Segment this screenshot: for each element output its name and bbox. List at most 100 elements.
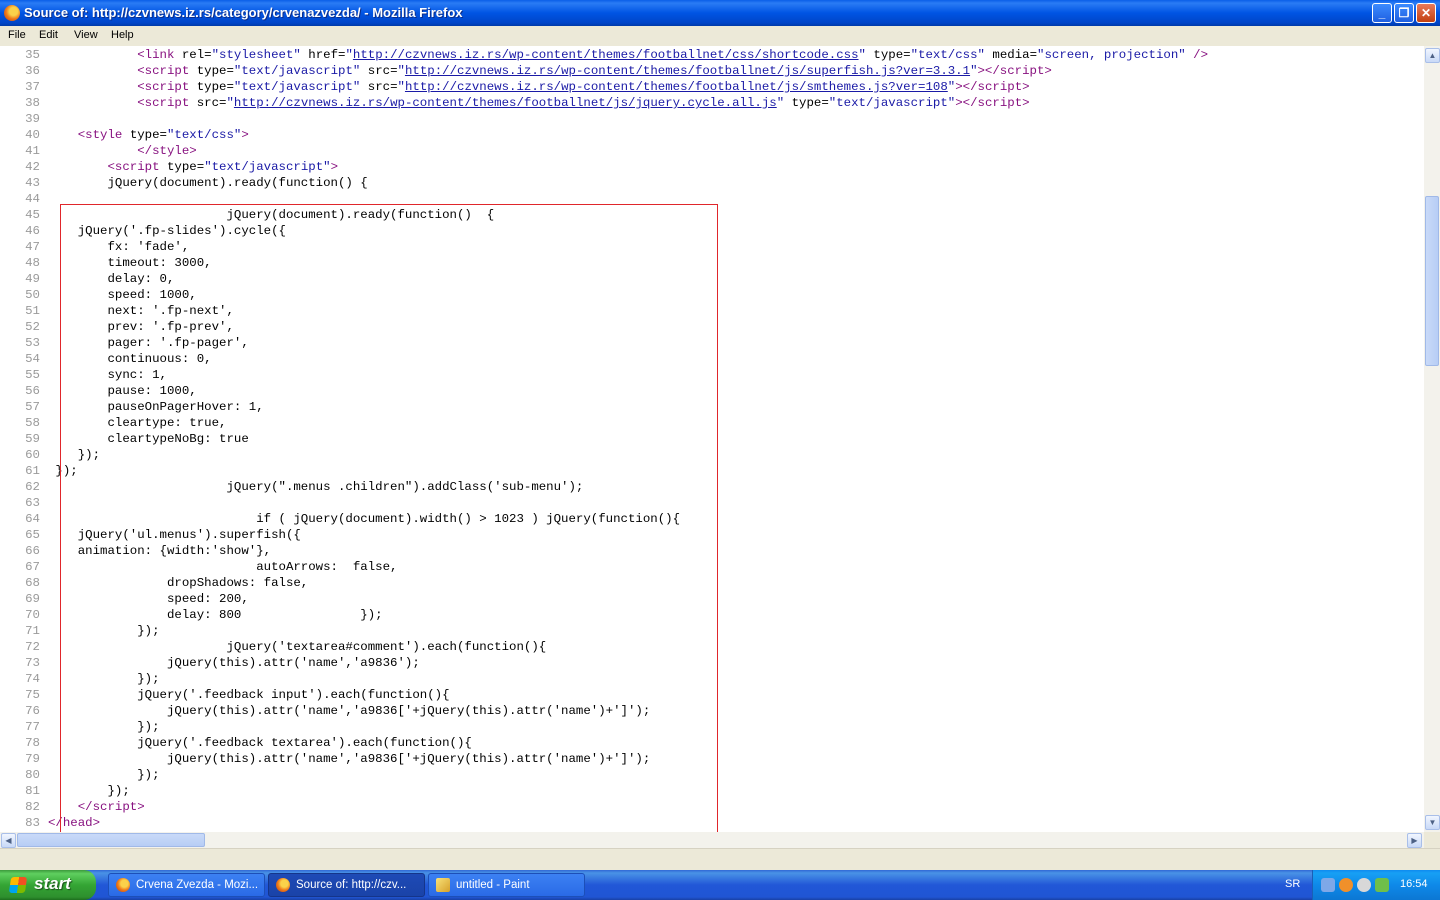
source-code: 35 <link rel="stylesheet" href="http://c…: [0, 47, 1208, 831]
source-line: 55 sync: 1,: [0, 367, 167, 383]
source-line: 63: [0, 495, 40, 511]
source-line: 38 <script src="http://czvnews.iz.rs/wp-…: [0, 95, 1029, 111]
network-icon[interactable]: [1321, 878, 1335, 892]
source-line: 58 cleartype: true,: [0, 415, 226, 431]
line-text: <script type="text/javascript" src="http…: [137, 80, 1030, 94]
source-line: 71 });: [0, 623, 159, 639]
vertical-scrollbar[interactable]: ▲ ▼: [1424, 46, 1440, 832]
speaker-icon[interactable]: [1357, 878, 1371, 892]
minimize-button[interactable]: _: [1372, 3, 1392, 23]
maximize-button[interactable]: ❐: [1394, 3, 1414, 23]
line-text: cleartypeNoBg: true: [48, 432, 249, 446]
taskbar-item-label: Crvena Zvezda - Mozi...: [136, 879, 259, 891]
source-line: 37 <script type="text/javascript" src="h…: [0, 79, 1029, 95]
line-number: 52: [25, 320, 40, 334]
line-text: cleartype: true,: [48, 416, 227, 430]
line-text: fx: 'fade',: [48, 240, 190, 254]
vertical-scroll-thumb[interactable]: [1425, 196, 1439, 366]
line-number: 82: [25, 800, 40, 814]
line-text: timeout: 3000,: [48, 256, 212, 270]
source-line: 39: [0, 111, 40, 127]
taskbar-item-source[interactable]: Source of: http://czv...: [268, 873, 425, 897]
firefox-tray-icon[interactable]: [1339, 878, 1353, 892]
line-text: jQuery(this).attr('name','a9836['+jQuery…: [48, 752, 651, 766]
line-text: });: [48, 624, 160, 638]
line-text: delay: 0,: [48, 272, 175, 286]
line-number: 58: [25, 416, 40, 430]
start-button[interactable]: start: [0, 870, 96, 900]
source-line: 52 prev: '.fp-prev',: [0, 319, 234, 335]
menu-file[interactable]: File: [8, 29, 26, 41]
horizontal-scrollbar[interactable]: ◀ ▶: [0, 832, 1424, 848]
line-number: 67: [25, 560, 40, 574]
security-icon[interactable]: [1375, 878, 1389, 892]
line-text: animation: {width:'show'},: [48, 544, 272, 558]
line-text: <script type="text/javascript" src="http…: [137, 64, 1052, 78]
title-bar[interactable]: Source of: http://czvnews.iz.rs/category…: [0, 0, 1440, 26]
line-text: autoArrows: false,: [48, 560, 398, 574]
line-number: 48: [25, 256, 40, 270]
source-line: 45 jQuery(document).ready(function() {: [0, 207, 494, 223]
line-number: 44: [25, 192, 40, 206]
close-button[interactable]: ✕: [1416, 3, 1436, 23]
line-number: 45: [25, 208, 40, 222]
line-text: jQuery(document).ready(function() {: [48, 208, 495, 222]
line-number: 71: [25, 624, 40, 638]
source-line: 82 </script>: [0, 799, 145, 815]
scroll-left-button[interactable]: ◀: [1, 833, 16, 848]
line-text: });: [48, 448, 101, 462]
line-number: 53: [25, 336, 40, 350]
line-text: });: [48, 672, 160, 686]
paint-icon: [436, 878, 450, 892]
line-text: speed: 1000,: [48, 288, 197, 302]
scroll-up-button[interactable]: ▲: [1425, 48, 1440, 63]
firefox-icon: [116, 878, 130, 892]
line-text: jQuery(document).ready(function() {: [48, 176, 368, 190]
source-line: 74 });: [0, 671, 159, 687]
line-text: <script type="text/javascript">: [107, 160, 339, 174]
menu-view[interactable]: View: [74, 29, 98, 41]
source-line: 49 delay: 0,: [0, 271, 174, 287]
source-line: 78 jQuery('.feedback textarea').each(fun…: [0, 735, 472, 751]
taskbar-item-paint[interactable]: untitled - Paint: [428, 873, 585, 897]
line-number: 39: [25, 112, 40, 126]
source-line: 50 speed: 1000,: [0, 287, 197, 303]
scroll-down-button[interactable]: ▼: [1425, 815, 1440, 830]
line-number: 50: [25, 288, 40, 302]
status-bar: [0, 848, 1440, 871]
source-line: 60 });: [0, 447, 100, 463]
line-text: });: [48, 720, 160, 734]
line-text: jQuery('.fp-slides').cycle({: [48, 224, 286, 238]
source-line: 80 });: [0, 767, 159, 783]
line-number: 47: [25, 240, 40, 254]
line-text: jQuery('ul.menus').superfish({: [48, 528, 301, 542]
horizontal-scroll-thumb[interactable]: [17, 833, 205, 847]
taskbar-item-crvena-zvezda[interactable]: Crvena Zvezda - Mozi...: [108, 873, 265, 897]
menu-help[interactable]: Help: [111, 29, 134, 41]
source-line: 43 jQuery(document).ready(function() {: [0, 175, 368, 191]
source-line: 51 next: '.fp-next',: [0, 303, 234, 319]
source-line: 83 </head>: [0, 815, 100, 831]
source-line: 47 fx: 'fade',: [0, 239, 189, 255]
line-text: pager: '.fp-pager',: [48, 336, 249, 350]
line-text: continuous: 0,: [48, 352, 212, 366]
line-number: 55: [25, 368, 40, 382]
scroll-right-button[interactable]: ▶: [1407, 833, 1422, 848]
line-number: 78: [25, 736, 40, 750]
menu-edit[interactable]: Edit: [39, 29, 58, 41]
firefox-icon: [276, 878, 290, 892]
source-line: 54 continuous: 0,: [0, 351, 211, 367]
language-indicator[interactable]: SR: [1285, 878, 1300, 890]
taskbar-item-label: untitled - Paint: [456, 879, 530, 891]
source-line: 44: [0, 191, 40, 207]
source-line: 41 </style>: [0, 143, 197, 159]
line-number: 72: [25, 640, 40, 654]
line-text: speed: 200,: [48, 592, 249, 606]
source-line: 73 jQuery(this).attr('name','a9836');: [0, 655, 420, 671]
line-number: 60: [25, 448, 40, 462]
line-number: 51: [25, 304, 40, 318]
source-line: 53 pager: '.fp-pager',: [0, 335, 249, 351]
source-view[interactable]: 35 <link rel="stylesheet" href="http://c…: [0, 46, 1424, 832]
line-text: <link rel="stylesheet" href="http://czvn…: [137, 48, 1209, 62]
line-number: 36: [25, 64, 40, 78]
